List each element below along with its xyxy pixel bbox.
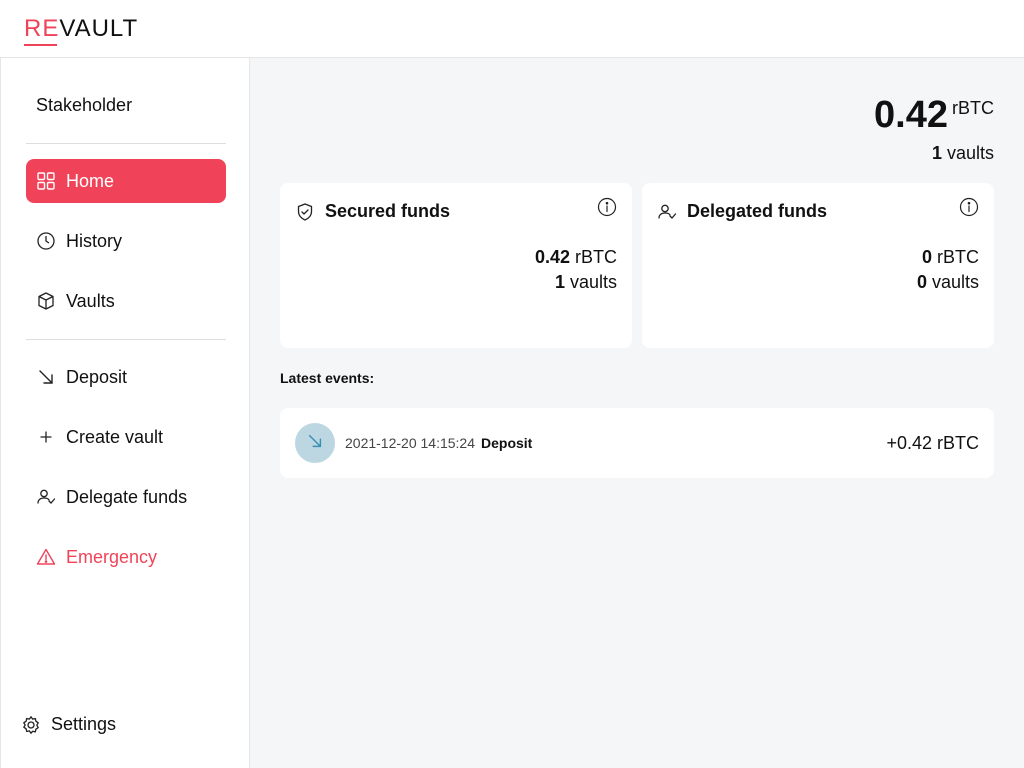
grid-icon	[36, 171, 56, 191]
card-title: Delegated funds	[657, 201, 827, 222]
clock-icon	[36, 231, 56, 251]
sidebar-item-vaults[interactable]: Vaults	[26, 279, 226, 323]
sidebar-item-label: Deposit	[66, 366, 128, 387]
arrow-down-right-icon	[306, 432, 324, 455]
sidebar-item-label: Emergency	[66, 546, 158, 567]
delegated-funds-card: Delegated funds 0 rBTC 0 vaults	[642, 183, 994, 348]
sidebar-item-label: Delegate funds	[66, 486, 188, 507]
top-bar: RE VAULT	[0, 0, 1024, 58]
person-check-icon	[657, 202, 677, 222]
settings-button[interactable]: Settings	[21, 714, 116, 735]
info-icon[interactable]	[597, 197, 617, 217]
shield-check-icon	[295, 202, 315, 222]
sidebar-divider	[26, 339, 226, 340]
total-amount: 0.42	[874, 94, 948, 136]
card-title: Secured funds	[295, 201, 450, 222]
card-values: 0 rBTC 0 vaults	[916, 247, 979, 292]
total-balance: 0.42 rBTC 1 vaults	[874, 94, 994, 164]
main-content: 0.42 rBTC 1 vaults Secured funds 0.42 rBT…	[250, 58, 1024, 768]
plus-icon	[36, 427, 56, 447]
sidebar-item-history[interactable]: History	[26, 219, 226, 263]
total-unit: rBTC	[952, 98, 994, 118]
info-icon[interactable]	[959, 197, 979, 217]
event-badge	[295, 423, 335, 463]
sidebar-item-create-vault[interactable]: Create vault	[26, 415, 226, 459]
sidebar-item-label: Create vault	[66, 426, 164, 447]
total-vaults: 1 vaults	[931, 143, 994, 163]
event-type: Deposit	[481, 435, 533, 451]
sidebar-item-delegate-funds[interactable]: Delegate funds	[26, 475, 226, 519]
sidebar-item-label: History	[66, 230, 123, 251]
sidebar-item-deposit[interactable]: Deposit	[26, 355, 226, 399]
sidebar-item-home[interactable]: Home	[26, 159, 226, 203]
card-values: 0.42 rBTC 1 vaults	[534, 247, 617, 292]
revault-logo[interactable]: RE VAULT	[24, 16, 138, 46]
box-icon	[36, 291, 56, 311]
sidebar-item-label: Vaults	[66, 290, 115, 311]
warning-icon	[36, 547, 56, 567]
event-date: 2021-12-20 14:15:24	[345, 435, 475, 451]
event-amount: +0.42 rBTC	[886, 432, 979, 453]
event-row[interactable]: 2021-12-20 14:15:24 Deposit +0.42 rBTC	[280, 408, 994, 478]
sidebar-item-emergency[interactable]: Emergency	[26, 535, 226, 579]
sidebar: Stakeholder Home History Vaults Deposit …	[0, 58, 250, 768]
latest-events-heading: Latest events:	[280, 370, 375, 386]
sidebar-item-label: Home	[66, 170, 115, 191]
arrow-down-right-icon	[36, 367, 56, 387]
person-check-icon	[36, 487, 56, 507]
sidebar-divider	[26, 143, 226, 144]
role-label: Stakeholder	[36, 95, 133, 115]
secured-funds-card: Secured funds 0.42 rBTC 1 vaults	[280, 183, 632, 348]
settings-label: Settings	[51, 714, 117, 734]
gear-icon	[21, 715, 41, 735]
